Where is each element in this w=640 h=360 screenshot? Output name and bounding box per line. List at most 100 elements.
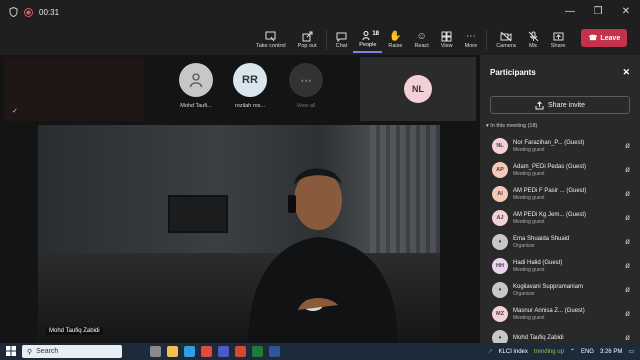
notification-icon[interactable]: ▭ xyxy=(628,348,634,355)
language-indicator[interactable]: ENG xyxy=(581,349,594,355)
share-button[interactable]: Share xyxy=(545,27,572,53)
participant-tile-rozilah[interactable]: RR rozilah ros... xyxy=(222,63,278,109)
participant-video-tile[interactable]: ✓ xyxy=(4,57,144,121)
list-item[interactable]: ● Ema Shuaida Shuaid Organizer ø xyxy=(480,230,640,254)
camera-icon xyxy=(500,31,512,43)
people-label: People xyxy=(359,42,377,48)
view-button[interactable]: View xyxy=(435,27,459,53)
system-tray: ↗ KLCI index trending up ⌃ ENG 3:26 PM ▭ xyxy=(488,343,635,360)
take-control-button[interactable]: Take control xyxy=(250,27,292,53)
avatar: RR xyxy=(233,63,267,97)
meeting-stage: ✓ Mohd Taufi... RR rozilah ros... ⋯ View… xyxy=(0,55,480,343)
view-all-tile[interactable]: ⋯ View all xyxy=(278,63,334,109)
meeting-toolbar: Take control Pop out Chat 18 People ✋ Ra… xyxy=(250,27,628,53)
edge-icon[interactable] xyxy=(184,346,195,357)
chevron-down-icon: ▾ xyxy=(486,123,489,129)
speaker-video-image xyxy=(248,168,398,343)
list-item[interactable]: AP Adam_PEDi Pedas (Guest) Meeting guest … xyxy=(480,158,640,182)
excel-icon[interactable] xyxy=(252,346,263,357)
mic-button[interactable]: Mic xyxy=(522,27,545,53)
list-item[interactable]: NL Nor Farazihan_P... (Guest) Meeting gue… xyxy=(480,134,640,158)
more-dots-icon: ⋯ xyxy=(465,31,476,42)
word-icon[interactable] xyxy=(269,346,280,357)
share-screen-icon xyxy=(553,31,564,43)
avatar: MZ xyxy=(492,306,508,322)
take-control-icon xyxy=(265,31,276,43)
raise-hand-button[interactable]: ✋ Raise xyxy=(382,27,408,53)
camera-button[interactable]: Camera xyxy=(490,27,522,53)
minimize-button[interactable]: — xyxy=(556,0,584,22)
chat-button[interactable]: Chat xyxy=(330,27,354,53)
take-control-label: Take control xyxy=(256,43,286,49)
participant-tile-mohd[interactable]: Mohd Taufi... xyxy=(168,63,224,109)
recording-icon xyxy=(24,7,33,17)
title-bar: 00:31 — ❐ ✕ xyxy=(0,0,640,24)
view-label: View xyxy=(440,43,453,49)
list-item[interactable]: AI AM PEDi F Pasir ... (Guest) Meeting gu… xyxy=(480,182,640,206)
more-label: More xyxy=(464,43,478,49)
avatar xyxy=(179,63,213,97)
avatar: NL xyxy=(492,138,508,154)
search-icon: ⚲ xyxy=(27,348,33,356)
taskbar-apps xyxy=(150,346,280,357)
video-name-label: Mohd Taufiq Zabidi xyxy=(46,327,103,335)
tile-name: rozilah ros... xyxy=(235,103,265,109)
powerpoint-icon[interactable] xyxy=(235,346,246,357)
participant-tile-nl[interactable]: NL xyxy=(360,57,476,121)
maximize-button[interactable]: ❐ xyxy=(584,0,612,22)
teams-icon[interactable] xyxy=(218,346,229,357)
toolbar-divider xyxy=(486,30,488,50)
mic-off-icon xyxy=(528,31,539,43)
list-item[interactable]: MZ Masnur Annisa Z... (Guest) Meeting gue… xyxy=(480,302,640,326)
people-count-badge: 18 xyxy=(372,31,379,37)
people-button[interactable]: 18 People xyxy=(353,27,383,53)
file-explorer-icon[interactable] xyxy=(167,346,178,357)
share-invite-button[interactable]: Share invite xyxy=(490,96,630,114)
avatar: NL xyxy=(404,75,432,103)
main-video-feed[interactable]: Mohd Taufiq Zabidi xyxy=(38,125,440,343)
mic-off-icon: ø xyxy=(625,285,630,294)
mic-off-icon: ø xyxy=(625,261,630,270)
toolbar-divider xyxy=(325,30,327,50)
meeting-section-header[interactable]: ▾ In this meeting (18) xyxy=(480,114,640,129)
clock[interactable]: 3:26 PM xyxy=(600,349,622,355)
list-item[interactable]: ● Kogilavani Suppramaniam Organizer ø xyxy=(480,278,640,302)
mic-off-icon: ø xyxy=(625,141,630,150)
close-window-button[interactable]: ✕ xyxy=(612,0,640,22)
avatar: AJ xyxy=(492,210,508,226)
mic-off-icon: ø xyxy=(625,213,630,222)
react-button[interactable]: ☺ React xyxy=(408,27,434,53)
task-view-icon[interactable] xyxy=(150,346,161,357)
share-icon xyxy=(535,100,544,110)
chrome-icon[interactable] xyxy=(201,346,212,357)
pop-out-button[interactable]: Pop out xyxy=(292,27,323,53)
avatar: AP xyxy=(492,162,508,178)
tile-name: View all xyxy=(296,103,316,109)
mic-off-icon: ø xyxy=(625,309,630,318)
mic-off-icon: ø xyxy=(625,237,630,246)
mic-off-icon: ø xyxy=(625,333,630,342)
participants-list: NL Nor Farazihan_P... (Guest) Meeting gue… xyxy=(480,134,640,350)
share-label: Share xyxy=(550,43,566,49)
phone-hangup-icon: ☎ xyxy=(588,35,598,42)
people-icon: 18 xyxy=(362,30,379,42)
stock-status: trending up xyxy=(533,348,564,355)
taskbar-search[interactable]: ⚲ Search xyxy=(22,345,122,358)
pop-out-label: Pop out xyxy=(297,43,317,49)
windows-taskbar: ⚲ Search ↗ KLCI index trending up ⌃ ENG … xyxy=(0,343,640,360)
windows-start-icon[interactable] xyxy=(6,346,16,356)
mic-off-icon: ø xyxy=(625,189,630,198)
stock-name[interactable]: KLCI index xyxy=(499,349,528,355)
raise-hand-icon: ✋ xyxy=(389,31,402,42)
list-item[interactable]: HH Hadi Halid (Guest) Meeting guest ø xyxy=(480,254,640,278)
chat-icon xyxy=(336,31,347,43)
participants-panel: Participants ✕ Share invite ▾ In this me… xyxy=(480,55,640,346)
meeting-timer: 00:31 xyxy=(39,7,60,17)
mic-off-icon: ø xyxy=(625,165,630,174)
leave-button[interactable]: ☎ Leave xyxy=(581,29,628,47)
close-icon[interactable]: ✕ xyxy=(622,67,630,78)
chevron-up-icon[interactable]: ⌃ xyxy=(570,348,575,355)
mic-off-icon: ✓ xyxy=(12,108,18,115)
more-button[interactable]: ⋯ More xyxy=(459,27,484,53)
list-item[interactable]: AJ AM PEDi Kg Jem... (Guest) Meeting gues… xyxy=(480,206,640,230)
